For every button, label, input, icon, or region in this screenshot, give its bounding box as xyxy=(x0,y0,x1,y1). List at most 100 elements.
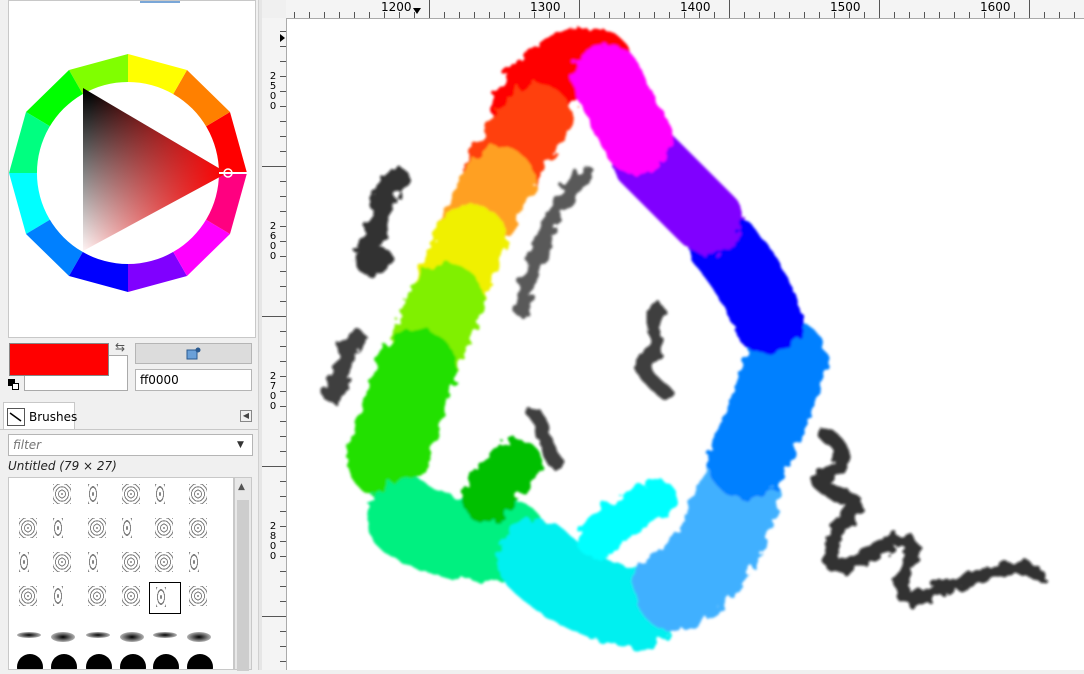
brush-thumbnail[interactable] xyxy=(82,620,112,650)
left-dock: ⇆ ff0000 Brushes ◀ ▼ Untitled (79 × 27) … xyxy=(0,0,260,671)
brush-grid[interactable] xyxy=(8,477,234,670)
brush-thumbnail[interactable] xyxy=(116,480,146,510)
ruler-label: 1500 xyxy=(830,0,861,14)
image-canvas[interactable] xyxy=(287,19,1084,670)
color-wheel-panel xyxy=(8,0,256,338)
vertical-ruler[interactable]: 2500 2600 2700 2800 xyxy=(262,18,287,670)
dropdown-arrow-icon[interactable]: ▼ xyxy=(237,440,244,450)
brush-shape xyxy=(51,632,75,642)
brush-grid-scrollbar[interactable]: ▲ xyxy=(234,477,252,671)
brush-shape xyxy=(122,552,140,572)
brush-thumbnail[interactable] xyxy=(82,650,112,669)
painted-artwork xyxy=(323,28,1044,649)
ruler-label: 2700 xyxy=(269,371,277,412)
brush-shape xyxy=(88,586,106,606)
brush-thumbnail[interactable] xyxy=(183,650,213,669)
ruler-label: 1400 xyxy=(680,0,711,14)
swap-colors-icon[interactable]: ⇆ xyxy=(115,340,125,354)
brush-thumbnail[interactable] xyxy=(116,650,146,669)
brush-shape xyxy=(187,654,213,669)
brush-thumbnail[interactable] xyxy=(116,620,146,650)
scrollbar-thumb[interactable] xyxy=(237,500,249,671)
color-wheel[interactable] xyxy=(9,1,257,339)
brush-shape xyxy=(86,654,112,669)
brush-thumbnail[interactable] xyxy=(149,650,179,669)
selected-brush-name: Untitled (79 × 27) xyxy=(8,459,117,473)
brush-shape xyxy=(53,586,63,606)
brush-shape xyxy=(88,518,106,538)
brushes-tab-label: Brushes xyxy=(29,409,78,424)
brush-thumbnail[interactable] xyxy=(183,582,213,612)
scroll-up-icon[interactable]: ▲ xyxy=(238,482,245,492)
brush-shape xyxy=(53,552,71,572)
brush-shape xyxy=(189,586,207,606)
dock-menu-icon[interactable]: ◀ xyxy=(240,410,252,422)
tab-brushes[interactable]: Brushes xyxy=(3,402,78,430)
brush-thumbnail[interactable] xyxy=(82,480,112,510)
brush-thumbnail[interactable] xyxy=(13,582,43,612)
brush-thumbnail[interactable] xyxy=(116,514,146,544)
brush-thumbnail[interactable] xyxy=(82,514,112,544)
color-picker-icon xyxy=(186,347,200,359)
brush-shape xyxy=(155,552,173,572)
brush-shape xyxy=(19,586,37,606)
brush-shape xyxy=(122,484,140,504)
brush-thumbnail[interactable] xyxy=(183,514,213,544)
brush-filter-input[interactable] xyxy=(8,434,253,456)
brush-shape xyxy=(122,518,132,538)
brush-thumbnail[interactable] xyxy=(47,480,77,510)
brush-shape xyxy=(155,518,173,538)
brush-shape xyxy=(19,518,37,538)
brush-shape xyxy=(156,587,166,607)
color-picker-button[interactable] xyxy=(135,343,252,364)
ruler-label: 1600 xyxy=(980,0,1011,14)
brush-thumbnail[interactable] xyxy=(13,514,43,544)
brush-thumbnail[interactable] xyxy=(149,582,181,614)
reset-colors-icon[interactable] xyxy=(8,379,20,391)
brush-thumbnail[interactable] xyxy=(13,650,43,669)
brush-thumbnail[interactable] xyxy=(82,582,112,612)
hex-color-field[interactable]: ff0000 xyxy=(135,369,252,391)
brush-shape xyxy=(189,552,199,572)
brush-thumbnail[interactable] xyxy=(47,620,77,650)
brush-shape xyxy=(53,484,71,504)
brush-shape xyxy=(187,632,211,642)
horizontal-ruler[interactable]: 1200 1300 1400 1500 1600 xyxy=(286,0,1084,19)
brush-thumbnail[interactable] xyxy=(149,514,179,544)
brush-thumbnail[interactable] xyxy=(13,620,43,650)
brush-shape xyxy=(189,484,207,504)
ruler-label: 1200 xyxy=(381,0,412,14)
foreground-color-swatch[interactable] xyxy=(9,343,109,376)
brush-shape xyxy=(88,484,98,504)
brush-shape xyxy=(120,632,144,642)
brush-shape xyxy=(155,484,165,504)
brush-thumbnail[interactable] xyxy=(47,582,77,612)
ruler-label: 1300 xyxy=(530,0,561,14)
brush-shape xyxy=(88,552,98,572)
brush-thumbnail[interactable] xyxy=(183,548,213,578)
brush-shape xyxy=(189,518,207,538)
brush-thumbnail[interactable] xyxy=(47,514,77,544)
brush-thumbnail[interactable] xyxy=(149,620,179,650)
ruler-label: 2500 xyxy=(269,71,277,112)
brush-thumbnail[interactable] xyxy=(183,620,213,650)
ruler-label: 2600 xyxy=(269,221,277,262)
brush-thumbnail[interactable] xyxy=(47,650,77,669)
brush-thumbnail[interactable] xyxy=(82,548,112,578)
brush-thumbnail[interactable] xyxy=(116,548,146,578)
brush-shape xyxy=(53,518,63,538)
brush-thumbnail[interactable] xyxy=(116,582,146,612)
brush-thumbnail[interactable] xyxy=(149,480,179,510)
paintbrush-icon xyxy=(7,407,25,426)
brush-thumbnail[interactable] xyxy=(47,548,77,578)
brush-shape xyxy=(153,632,177,638)
brush-thumbnail[interactable] xyxy=(13,548,43,578)
brush-shape xyxy=(153,654,179,669)
brush-thumbnail[interactable] xyxy=(183,480,213,510)
brush-shape xyxy=(17,654,43,669)
brush-shape xyxy=(122,586,140,606)
brush-shape xyxy=(51,654,77,669)
brush-shape xyxy=(120,654,146,669)
brush-thumbnail[interactable] xyxy=(149,548,179,578)
ruler-ticks xyxy=(262,31,286,662)
